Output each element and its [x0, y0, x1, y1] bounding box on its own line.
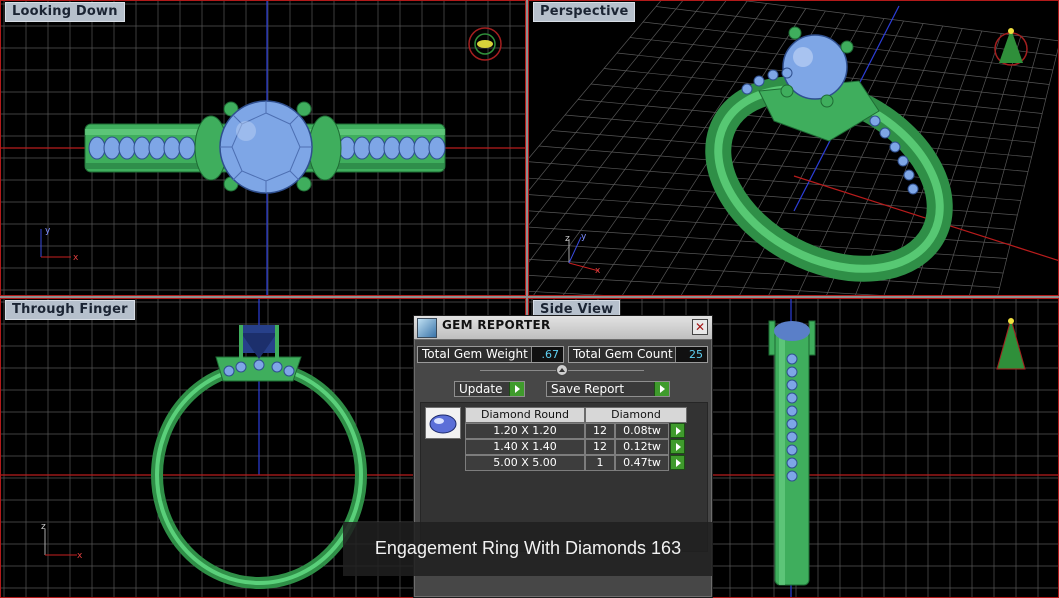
total-gem-count-label: Total Gem Count [573, 347, 673, 361]
save-report-button-label: Save Report [551, 382, 625, 396]
axis-triad: y x [40, 226, 79, 263]
viewport-label: Looking Down [5, 2, 125, 22]
row-weight-cell: 0.47tw [615, 455, 669, 471]
total-gem-count-value: 25 [675, 347, 707, 362]
svg-text:z: z [41, 522, 46, 532]
column-header-stone: Diamond [585, 407, 687, 423]
row-size-cell: 1.40 X 1.40 [465, 439, 585, 455]
update-button[interactable]: Update [454, 381, 525, 397]
row-count-cell: 12 [585, 423, 615, 439]
row-select-button[interactable] [670, 439, 685, 454]
total-gem-count: Total Gem Count 25 [568, 346, 708, 363]
gem-reporter-titlebar[interactable]: GEM REPORTER ✕ [414, 316, 712, 340]
viewport-perspective[interactable]: z y x Perspective [528, 0, 1059, 296]
compass-gizmo [468, 27, 502, 61]
row-select-button[interactable] [670, 455, 685, 470]
viewport-looking-down[interactable]: y x Looking Down [0, 0, 526, 296]
row-count-cell: 1 [585, 455, 615, 471]
play-arrow-icon [509, 382, 524, 396]
update-button-label: Update [459, 382, 503, 396]
axis-triad: z x [41, 522, 83, 561]
total-gem-weight-value: .67 [531, 347, 563, 362]
svg-text:z: z [565, 234, 570, 244]
save-report-button[interactable]: Save Report [546, 381, 670, 397]
row-size-cell: 1.20 X 1.20 [465, 423, 585, 439]
svg-text:x: x [595, 266, 601, 276]
caption-overlay: Engagement Ring With Diamonds 163 [343, 522, 713, 576]
viewport-label: Perspective [533, 2, 636, 22]
viewport-label: Through Finger [5, 300, 135, 320]
diamond-thumbnail-icon[interactable] [425, 407, 461, 439]
svg-text:x: x [73, 253, 79, 263]
row-size-cell: 5.00 X 5.00 [465, 455, 585, 471]
column-header-shape: Diamond Round [465, 407, 585, 423]
svg-text:y: y [45, 226, 51, 236]
gem-reporter-title: GEM REPORTER [442, 318, 551, 332]
row-weight-cell: 0.08tw [615, 423, 669, 439]
row-count-cell: 12 [585, 439, 615, 455]
looking-down-scene: y x [1, 1, 525, 295]
svg-text:y: y [581, 232, 587, 242]
axis-triad: z y x [565, 232, 601, 276]
perspective-scene: z y x [529, 1, 1058, 295]
gem-reporter-logo-icon [417, 318, 437, 338]
svg-text:x: x [77, 551, 83, 561]
total-gem-weight: Total Gem Weight .67 [417, 346, 564, 363]
tree-gizmo [996, 317, 1026, 370]
row-weight-cell: 0.12tw [615, 439, 669, 455]
collapse-toggle[interactable] [556, 364, 568, 376]
close-button[interactable]: ✕ [692, 319, 708, 335]
total-gem-weight-label: Total Gem Weight [422, 347, 528, 361]
play-arrow-icon [654, 382, 669, 396]
row-select-button[interactable] [670, 423, 685, 438]
